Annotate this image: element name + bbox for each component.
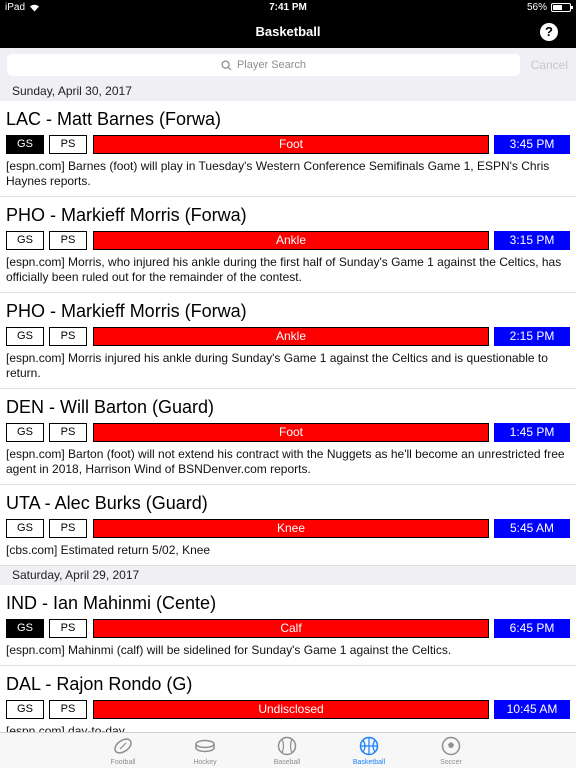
gs-button[interactable]: GS <box>6 700 44 719</box>
status-time: 7:41 PM <box>269 2 307 13</box>
tab-basketball[interactable]: Basketball <box>339 735 399 766</box>
battery-icon <box>551 3 573 12</box>
tab-bar: Football Hockey Baseball Basketball Soccer <box>0 732 576 768</box>
section-header: Sunday, April 30, 2017 <box>0 82 576 101</box>
gs-button[interactable]: GS <box>6 231 44 250</box>
help-button[interactable]: ? <box>540 23 558 41</box>
soccer-ball-icon <box>440 735 462 757</box>
news-description: [espn.com] Mahinmi (calf) will be sideli… <box>6 643 452 657</box>
search-input[interactable]: Player Search <box>7 54 520 76</box>
gs-button[interactable]: GS <box>6 423 44 442</box>
tab-label: Hockey <box>193 759 217 766</box>
injury-badge: Calf <box>93 619 489 638</box>
page-title: Basketball <box>255 24 321 39</box>
injury-badge: Undisclosed <box>93 700 489 719</box>
time-badge: 3:15 PM <box>494 231 570 250</box>
player-title: DAL - Rajon Rondo (G) <box>6 674 193 694</box>
search-icon <box>221 59 232 71</box>
status-row: GS PS Ankle 2:15 PM <box>0 327 576 347</box>
search-bar: Player Search Cancel <box>0 48 576 82</box>
status-row: GS PS Foot 1:45 PM <box>0 423 576 443</box>
status-row: GS PS Ankle 3:15 PM <box>0 231 576 251</box>
time-badge: 6:45 PM <box>494 619 570 638</box>
status-row: GS PS Undisclosed 10:45 AM <box>0 700 576 720</box>
tab-label: Soccer <box>440 759 462 766</box>
tab-soccer[interactable]: Soccer <box>421 735 481 766</box>
tab-label: Basketball <box>352 759 386 766</box>
hockey-puck-icon <box>194 735 216 757</box>
status-right: 56% <box>526 2 573 13</box>
list-item[interactable]: LAC - Matt Barnes (Forwa) GS PS Foot 3:45 PM… <box>0 101 576 197</box>
tab-label: Football <box>110 759 136 766</box>
injury-badge: Foot <box>93 135 489 154</box>
baseball-icon <box>276 735 298 757</box>
list-item[interactable]: PHO - Markieff Morris (Forwa) GS PS Ankle 3:… <box>0 197 576 293</box>
player-title: IND - Ian Mahinmi (Cente) <box>6 593 217 613</box>
tab-hockey[interactable]: Hockey <box>175 735 235 766</box>
ps-button[interactable]: PS <box>49 619 87 638</box>
nav-bar: Basketball ? <box>0 16 576 48</box>
status-bar: iPad 7:41 PM 56% <box>0 0 576 16</box>
player-title: UTA - Alec Burks (Guard) <box>6 493 208 513</box>
ps-button[interactable]: PS <box>49 327 87 346</box>
time-badge: 5:45 AM <box>494 519 570 538</box>
news-description: [espn.com] Morris, who injured his ankle… <box>6 255 562 284</box>
status-row: GS PS Foot 3:45 PM <box>0 135 576 155</box>
battery-percent: 56% <box>526 2 547 13</box>
player-title: DEN - Will Barton (Guard) <box>6 397 215 417</box>
player-title: PHO - Markieff Morris (Forwa) <box>6 301 247 321</box>
time-badge: 10:45 AM <box>494 700 570 719</box>
list-item[interactable]: UTA - Alec Burks (Guard) GS PS Knee 5:45 AM [… <box>0 485 576 566</box>
cancel-button[interactable]: Cancel <box>531 58 568 72</box>
section-header: Saturday, April 29, 2017 <box>0 566 576 585</box>
news-description: [espn.com] day-to-day <box>6 724 125 732</box>
ps-button[interactable]: PS <box>49 231 87 250</box>
gs-button[interactable]: GS <box>6 619 44 638</box>
news-description: [espn.com] Barton (foot) will not extend… <box>6 447 565 476</box>
basketball-icon <box>358 735 380 757</box>
list-item[interactable]: PHO - Markieff Morris (Forwa) GS PS Ankle 2:… <box>0 293 576 389</box>
injury-badge: Ankle <box>93 327 489 346</box>
list-item[interactable]: IND - Ian Mahinmi (Cente) GS PS Calf 6:45 PM… <box>0 585 576 666</box>
time-badge: 3:45 PM <box>494 135 570 154</box>
time-badge: 1:45 PM <box>494 423 570 442</box>
injury-badge: Knee <box>93 519 489 538</box>
list-item[interactable]: DAL - Rajon Rondo (G) GS PS Undisclosed 10:4… <box>0 666 576 732</box>
search-placeholder: Player Search <box>236 59 307 71</box>
injury-badge: Ankle <box>93 231 489 250</box>
ps-button[interactable]: PS <box>49 700 87 719</box>
player-title: LAC - Matt Barnes (Forwa) <box>6 109 222 129</box>
gs-button[interactable]: GS <box>6 327 44 346</box>
tab-label: Baseball <box>273 759 301 766</box>
news-description: [cbs.com] Estimated return 5/02, Knee <box>6 543 211 557</box>
player-title: PHO - Markieff Morris (Forwa) <box>6 205 247 225</box>
battery-fill <box>553 5 562 10</box>
ps-button[interactable]: PS <box>49 423 87 442</box>
status-row: GS PS Knee 5:45 AM <box>0 519 576 539</box>
injury-badge: Foot <box>93 423 489 442</box>
football-icon <box>112 735 134 757</box>
list-item[interactable]: DEN - Will Barton (Guard) GS PS Foot 1:45 PM… <box>0 389 576 485</box>
ps-button[interactable]: PS <box>49 135 87 154</box>
tab-baseball[interactable]: Baseball <box>257 735 317 766</box>
news-description: [espn.com] Barnes (foot) will play in Tu… <box>6 159 550 188</box>
time-badge: 2:15 PM <box>494 327 570 346</box>
gs-button[interactable]: GS <box>6 519 44 538</box>
status-row: GS PS Calf 6:45 PM <box>0 619 576 639</box>
injury-list[interactable]: Sunday, April 30, 2017 LAC - Matt Barnes … <box>0 82 576 732</box>
ps-button[interactable]: PS <box>49 519 87 538</box>
gs-button[interactable]: GS <box>6 135 44 154</box>
tab-football[interactable]: Football <box>93 735 153 766</box>
news-description: [espn.com] Morris injured his ankle duri… <box>6 351 548 380</box>
